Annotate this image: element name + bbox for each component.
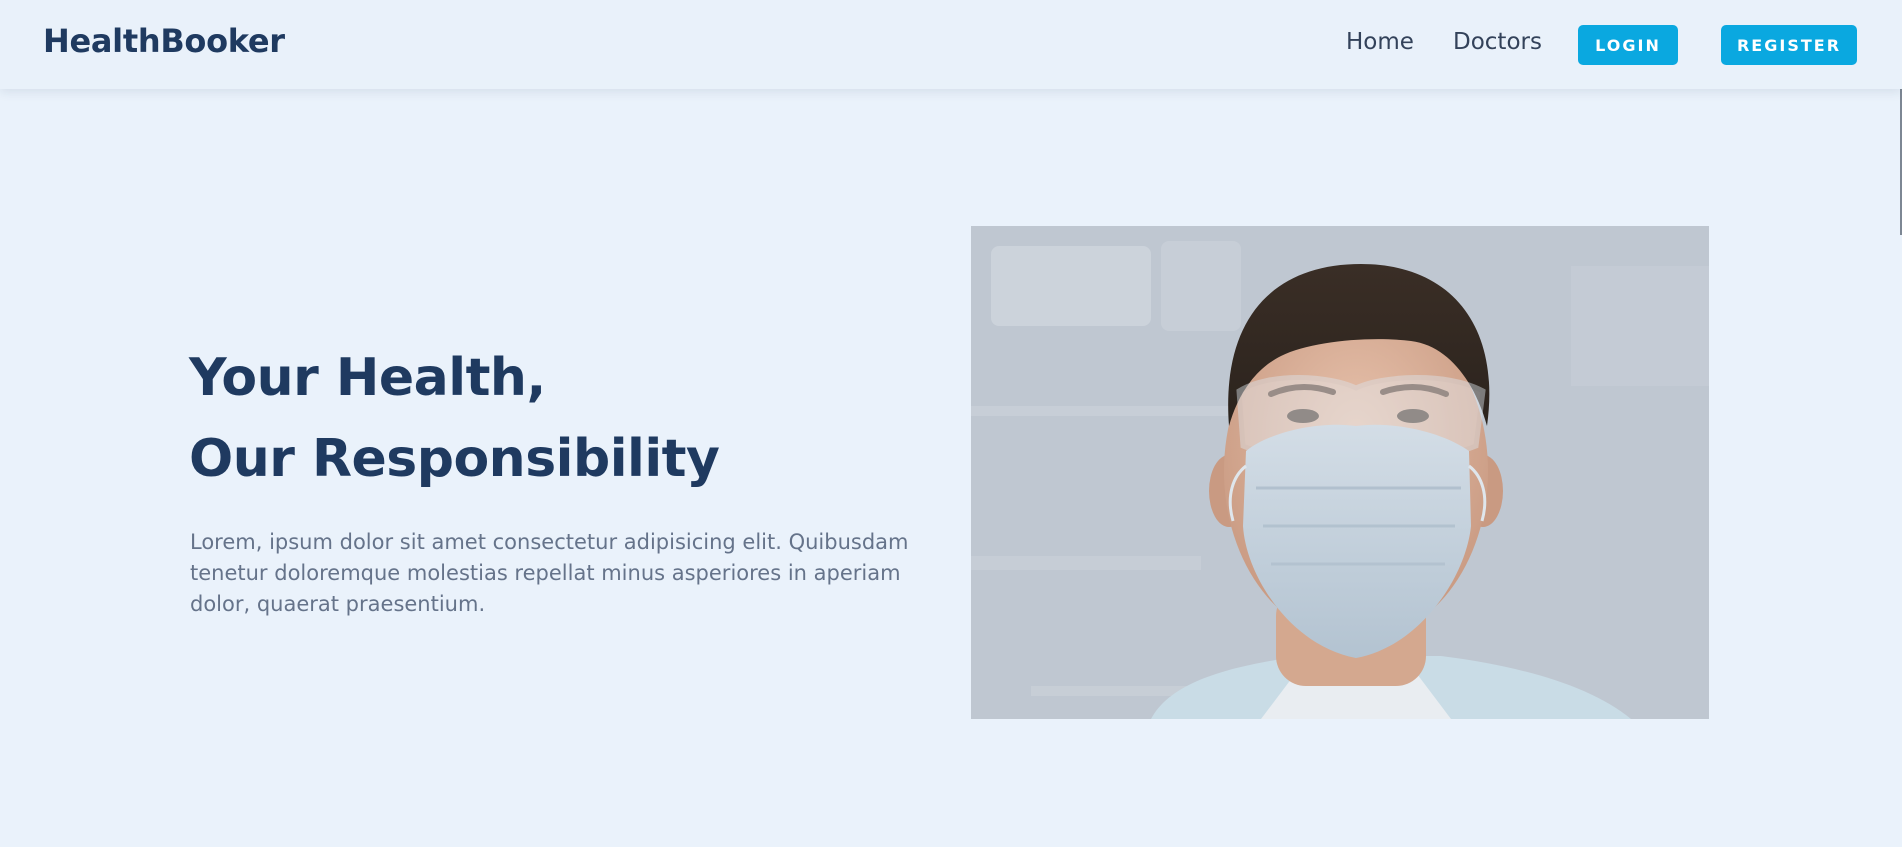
hero-doctor-image xyxy=(971,226,1709,719)
nav-link-doctors[interactable]: Doctors xyxy=(1453,29,1542,55)
hero-title-line-1: Your Health, xyxy=(189,348,546,408)
hero-title-line-2: Our Responsibility xyxy=(189,429,720,489)
nav-link-home[interactable]: Home xyxy=(1346,29,1414,55)
hero-description: Lorem, ipsum dolor sit amet consectetur … xyxy=(190,530,909,616)
hero-title: Your Health, Our Responsibility xyxy=(189,338,720,500)
login-button[interactable]: LOGIN xyxy=(1578,25,1678,65)
register-button[interactable]: REGISTER xyxy=(1721,25,1857,65)
brand-logo[interactable]: HealthBooker xyxy=(43,22,285,60)
navbar: HealthBooker Home Doctors LOGIN REGISTER xyxy=(0,0,1902,89)
